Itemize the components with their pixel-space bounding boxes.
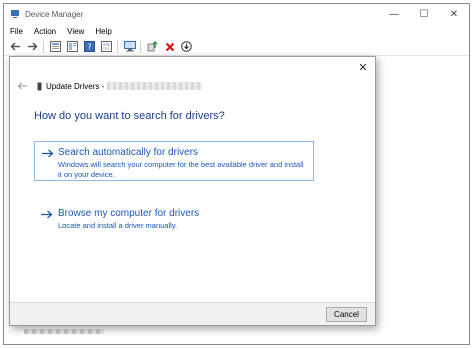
menu-bar: File Action View Help [4, 24, 469, 38]
option-text: Search automatically for drivers Windows… [58, 147, 309, 179]
svg-text:?: ? [87, 43, 91, 52]
toolbar: ? [4, 38, 469, 56]
menu-help[interactable]: Help [95, 27, 111, 36]
arrow-right-icon [41, 147, 54, 174]
menu-action[interactable]: Action [34, 27, 56, 36]
window-title: Device Manager [25, 9, 84, 19]
back-icon[interactable] [9, 40, 22, 53]
device-icon [36, 82, 42, 91]
help-icon[interactable]: ? [83, 40, 96, 53]
title-bar: Device Manager — ☐ ✕ [4, 4, 469, 24]
properties-icon[interactable] [49, 40, 62, 53]
toolbar-separator [43, 40, 44, 53]
cancel-button[interactable]: Cancel [326, 307, 367, 322]
update-drivers-dialog: ✕ Update Drivers - How do you want to se… [9, 56, 376, 326]
monitor-icon[interactable] [123, 40, 136, 53]
tree-item-obscured [24, 329, 104, 334]
console-tree-icon[interactable] [66, 40, 79, 53]
option-description: Locate and install a driver manually. [58, 221, 178, 230]
toolbar-separator [117, 40, 118, 53]
update-driver-icon[interactable] [146, 40, 159, 53]
back-arrow-icon[interactable] [16, 81, 28, 91]
download-icon[interactable] [180, 40, 193, 53]
maximize-button[interactable]: ☐ [409, 4, 439, 24]
dialog-close-button[interactable]: ✕ [356, 60, 370, 74]
uninstall-icon[interactable] [163, 40, 176, 53]
device-name-redacted [107, 82, 203, 90]
option-description: Windows will search your computer for th… [58, 160, 304, 179]
dialog-title: Update Drivers - [46, 81, 105, 91]
forward-icon[interactable] [26, 40, 39, 53]
option-title: Search automatically for drivers [58, 147, 199, 158]
menu-file[interactable]: File [10, 27, 23, 36]
menu-view[interactable]: View [67, 27, 84, 36]
option-text: Browse my computer for drivers Locate an… [58, 208, 200, 230]
arrow-right-icon [40, 208, 54, 227]
minimize-button[interactable]: — [379, 4, 409, 24]
details-icon[interactable] [100, 40, 113, 53]
dialog-footer: Cancel [10, 302, 375, 325]
dialog-question: How do you want to search for drivers? [34, 110, 225, 122]
option-title: Browse my computer for drivers [58, 208, 200, 219]
toolbar-separator [140, 40, 141, 53]
close-window-button[interactable]: ✕ [439, 4, 469, 24]
search-automatically-option[interactable]: Search automatically for drivers Windows… [34, 141, 314, 181]
device-manager-app-icon [10, 9, 20, 19]
browse-computer-option[interactable]: Browse my computer for drivers Locate an… [34, 203, 314, 233]
dialog-header: Update Drivers - [16, 79, 355, 93]
